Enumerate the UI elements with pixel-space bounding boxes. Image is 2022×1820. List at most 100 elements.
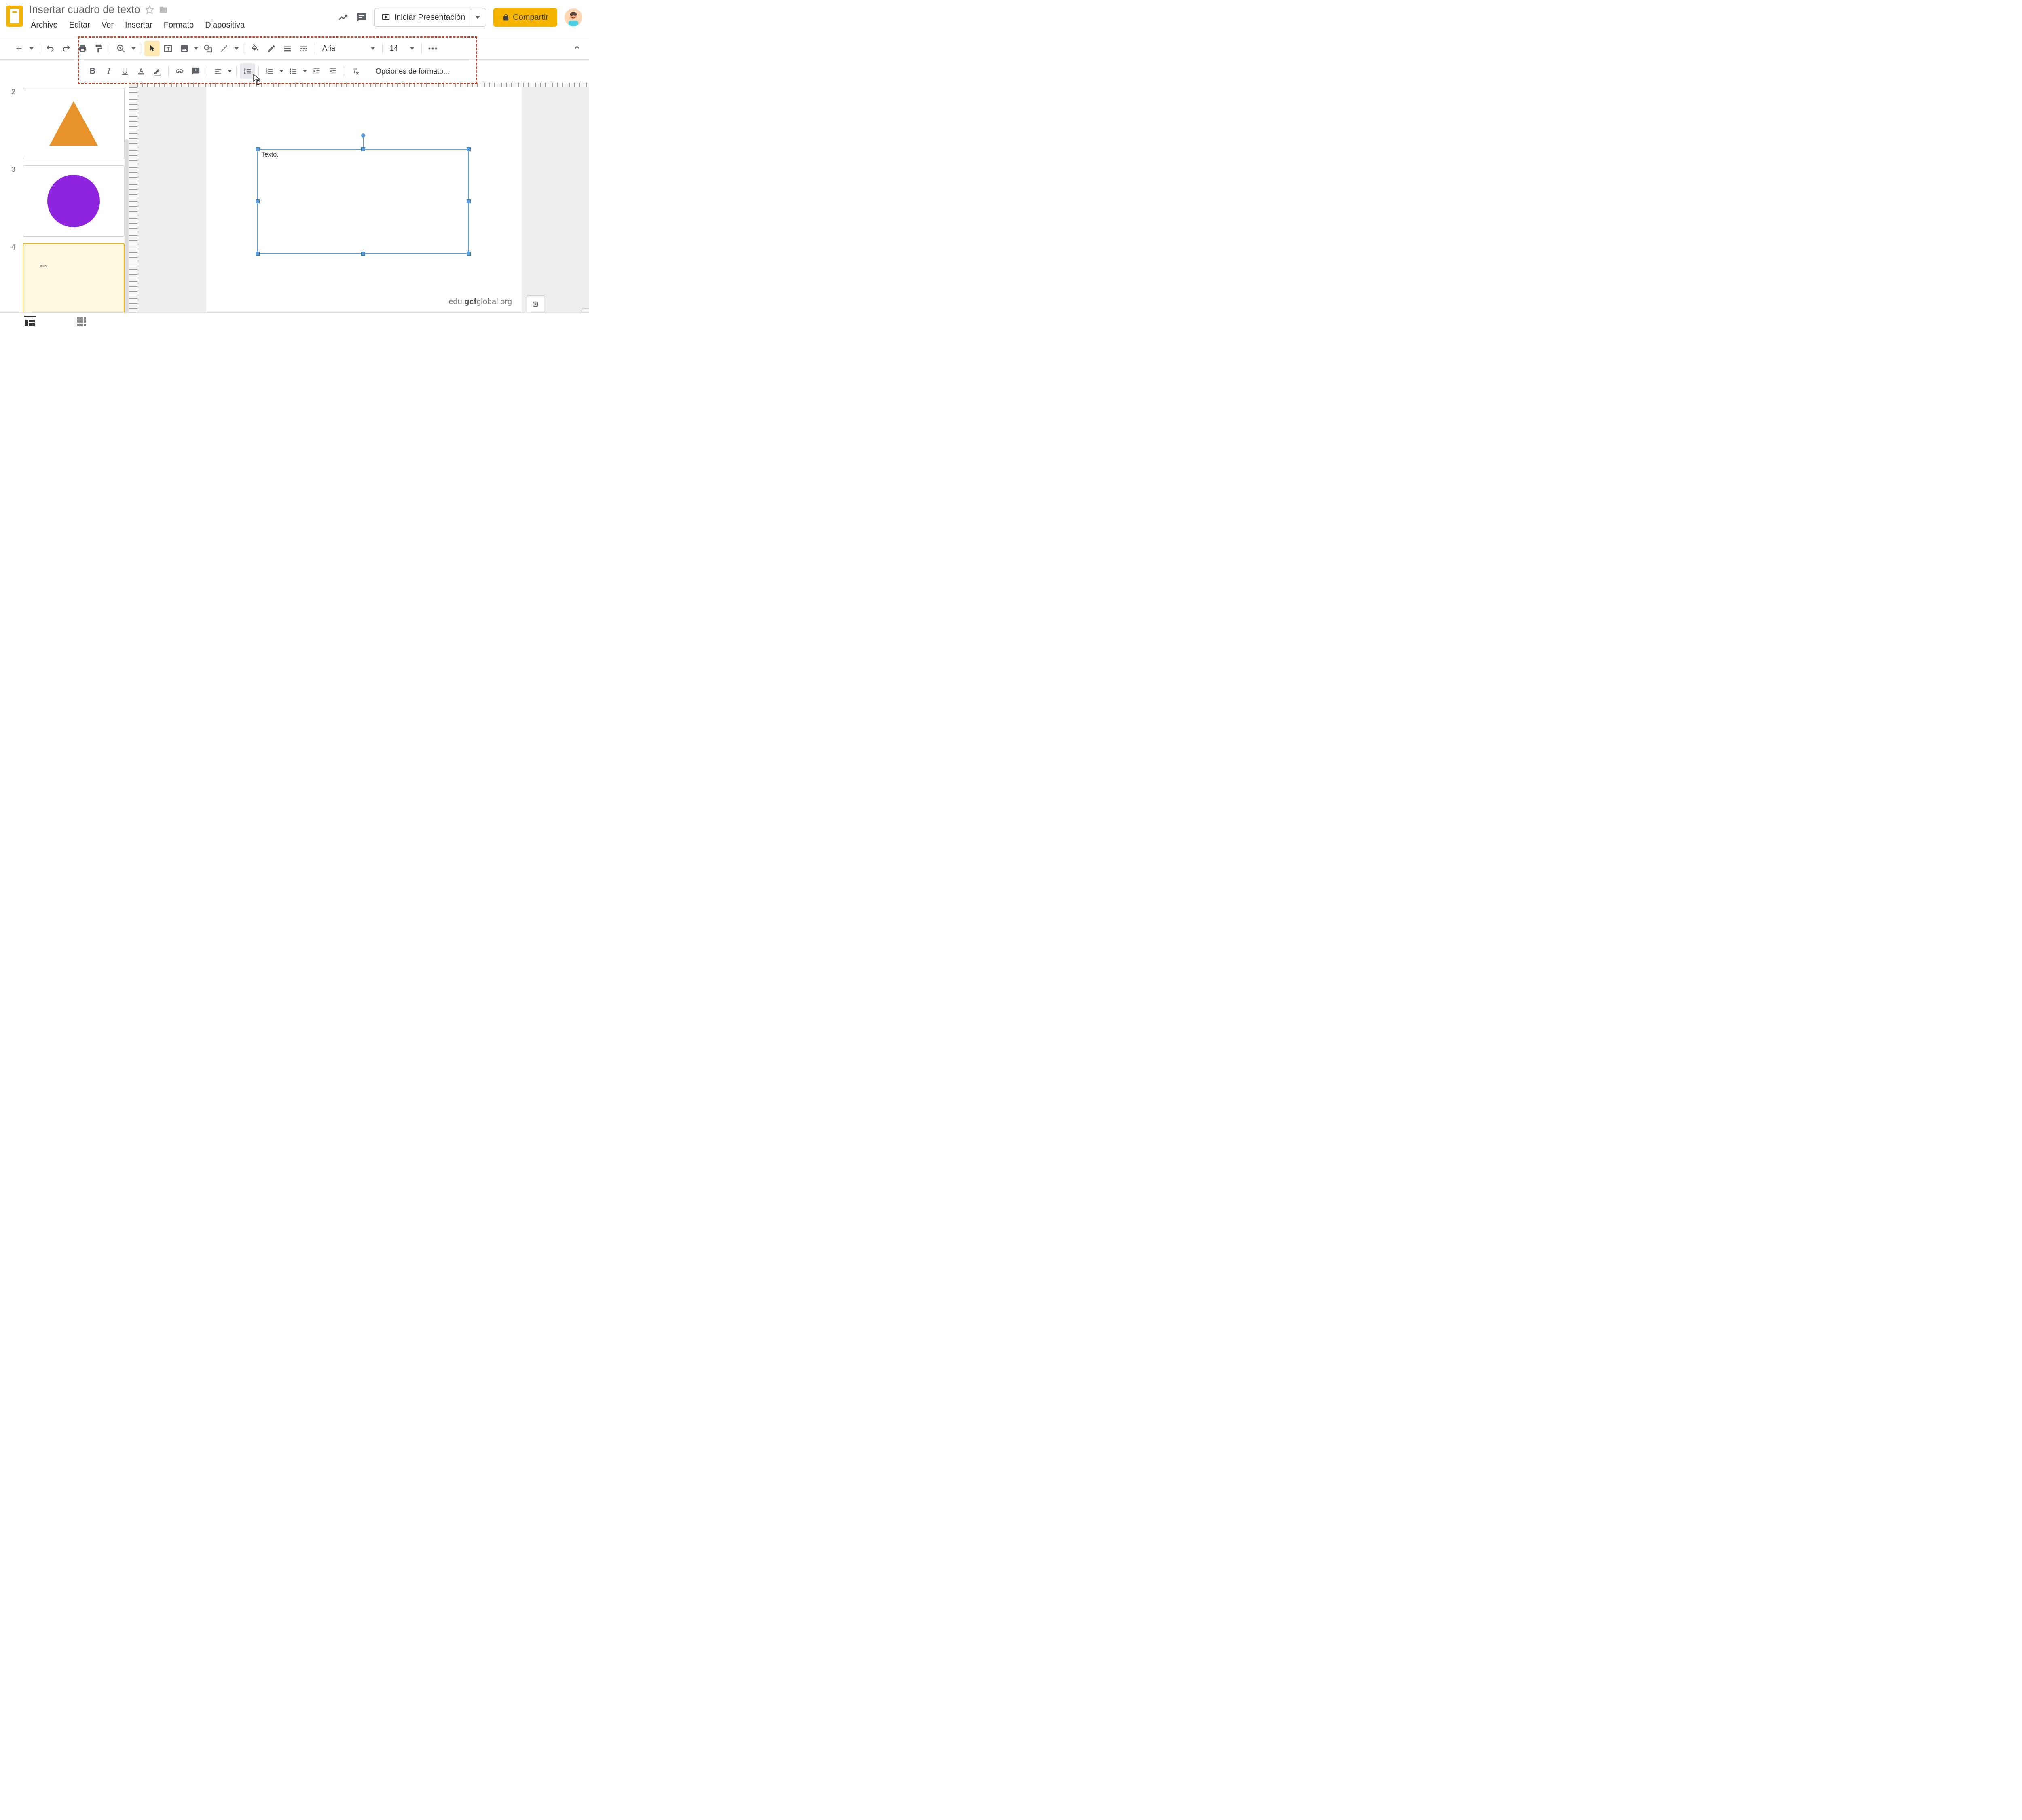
- toolbar-secondary: B I U A + Opciones de formato...: [0, 60, 589, 83]
- bold-button[interactable]: B: [85, 63, 100, 79]
- slides-logo-icon[interactable]: [6, 6, 23, 27]
- text-color-button[interactable]: A: [133, 63, 149, 79]
- insert-comment-button[interactable]: +: [188, 63, 203, 79]
- menubar: Archivo Editar Ver Insertar Formato Diap…: [29, 20, 337, 31]
- slide-thumb-4[interactable]: Texto.: [23, 243, 125, 314]
- clear-formatting-button[interactable]: [347, 63, 363, 79]
- grid-view-button[interactable]: [76, 316, 87, 327]
- svg-text:T: T: [167, 46, 170, 52]
- numbered-list-caret[interactable]: [278, 63, 285, 79]
- svg-text:+: +: [195, 68, 197, 73]
- horizontal-ruler: [137, 83, 589, 87]
- menu-formato[interactable]: Formato: [162, 20, 195, 31]
- bulleted-list-button[interactable]: [286, 63, 301, 79]
- align-caret[interactable]: [226, 63, 233, 79]
- paint-format-button[interactable]: [91, 41, 106, 56]
- resize-handle-s[interactable]: [361, 252, 365, 256]
- resize-handle-nw[interactable]: [256, 147, 260, 151]
- line-spacing-button[interactable]: [240, 63, 255, 79]
- bulleted-list-caret[interactable]: [302, 63, 308, 79]
- present-dropdown-caret[interactable]: [471, 8, 484, 26]
- menu-ver[interactable]: Ver: [100, 20, 115, 31]
- select-tool-button[interactable]: [144, 41, 160, 56]
- resize-handle-e[interactable]: [467, 199, 471, 203]
- resize-handle-ne[interactable]: [467, 147, 471, 151]
- line-tool-button[interactable]: [216, 41, 232, 56]
- toolbar-primary: T Arial 14: [0, 37, 589, 60]
- filmstrip-view-button[interactable]: [24, 316, 36, 327]
- line-caret[interactable]: [233, 41, 241, 56]
- image-caret[interactable]: [193, 41, 199, 56]
- fill-color-button[interactable]: [247, 41, 263, 56]
- move-folder-icon[interactable]: [159, 5, 168, 14]
- border-weight-button[interactable]: [280, 41, 295, 56]
- textbox-tool-button[interactable]: T: [161, 41, 176, 56]
- zoom-button[interactable]: [113, 41, 129, 56]
- menu-insertar[interactable]: Insertar: [123, 20, 154, 31]
- more-options-button[interactable]: [425, 41, 440, 56]
- menu-archivo[interactable]: Archivo: [29, 20, 59, 31]
- slide-canvas-area: Texto. edu.gcfglobal.org: [129, 83, 589, 315]
- activity-icon[interactable]: [337, 12, 349, 23]
- slide-thumb-2[interactable]: [23, 88, 125, 159]
- menu-editar[interactable]: Editar: [68, 20, 92, 31]
- font-family-value: Arial: [322, 44, 337, 53]
- circle-shape-icon: [47, 175, 100, 227]
- present-button-label: Iniciar Presentación: [394, 13, 465, 22]
- redo-button[interactable]: [59, 41, 74, 56]
- header-actions: Iniciar Presentación Compartir: [337, 8, 582, 27]
- document-title-row: Insertar cuadro de texto: [29, 3, 337, 16]
- app-header: Insertar cuadro de texto Archivo Editar …: [0, 0, 589, 37]
- image-tool-button[interactable]: [177, 41, 192, 56]
- slide-number-3: 3: [11, 165, 18, 237]
- shape-tool-button[interactable]: [200, 41, 216, 56]
- slide-number-2: 2: [11, 88, 18, 159]
- print-button[interactable]: [75, 41, 90, 56]
- thumb-textbox-preview: Texto.: [40, 265, 47, 268]
- border-color-button[interactable]: [264, 41, 279, 56]
- comments-icon[interactable]: [356, 12, 367, 23]
- footer: [0, 312, 589, 330]
- font-size-select[interactable]: 14: [386, 41, 418, 56]
- new-slide-caret[interactable]: [27, 41, 36, 56]
- user-avatar[interactable]: [565, 8, 582, 26]
- font-size-value: 14: [390, 44, 398, 53]
- format-options-link[interactable]: Opciones de formato...: [372, 67, 453, 76]
- present-button[interactable]: Iniciar Presentación: [374, 8, 486, 27]
- share-button-label: Compartir: [513, 13, 548, 22]
- decrease-indent-button[interactable]: [309, 63, 324, 79]
- document-title[interactable]: Insertar cuadro de texto: [29, 3, 140, 16]
- highlight-color-button[interactable]: [150, 63, 165, 79]
- resize-handle-w[interactable]: [256, 199, 260, 203]
- slide-canvas[interactable]: Texto. edu.gcfglobal.org: [206, 87, 522, 312]
- insert-link-button[interactable]: [172, 63, 187, 79]
- border-dash-button[interactable]: [296, 41, 311, 56]
- view-mode-toggle: [0, 316, 87, 327]
- triangle-shape-icon: [49, 101, 98, 146]
- resize-handle-n[interactable]: [361, 147, 365, 151]
- rotate-handle[interactable]: [361, 133, 365, 138]
- numbered-list-button[interactable]: [262, 63, 277, 79]
- new-slide-button[interactable]: [11, 41, 27, 56]
- resize-handle-sw[interactable]: [256, 252, 260, 256]
- zoom-caret[interactable]: [129, 41, 137, 56]
- increase-indent-button[interactable]: [325, 63, 341, 79]
- font-family-select[interactable]: Arial: [318, 41, 379, 56]
- selected-textbox[interactable]: Texto.: [257, 149, 469, 254]
- filmstrip-scrollbar[interactable]: [125, 139, 129, 315]
- main-area: 2 3 4 Texto.: [0, 83, 589, 315]
- star-icon[interactable]: [145, 5, 154, 14]
- slide-filmstrip: 2 3 4 Texto.: [0, 83, 129, 315]
- resize-handle-se[interactable]: [467, 252, 471, 256]
- undo-button[interactable]: [42, 41, 58, 56]
- collapse-toolbar-icon[interactable]: [573, 44, 581, 53]
- underline-button[interactable]: U: [117, 63, 133, 79]
- italic-button[interactable]: I: [101, 63, 116, 79]
- share-button[interactable]: Compartir: [493, 8, 557, 27]
- watermark-text: edu.gcfglobal.org: [448, 297, 512, 307]
- align-button[interactable]: [210, 63, 226, 79]
- svg-text:A: A: [139, 68, 144, 74]
- slide-thumb-3[interactable]: [23, 165, 125, 237]
- menu-diapositiva[interactable]: Diapositiva: [203, 20, 246, 31]
- explore-button[interactable]: [527, 295, 544, 313]
